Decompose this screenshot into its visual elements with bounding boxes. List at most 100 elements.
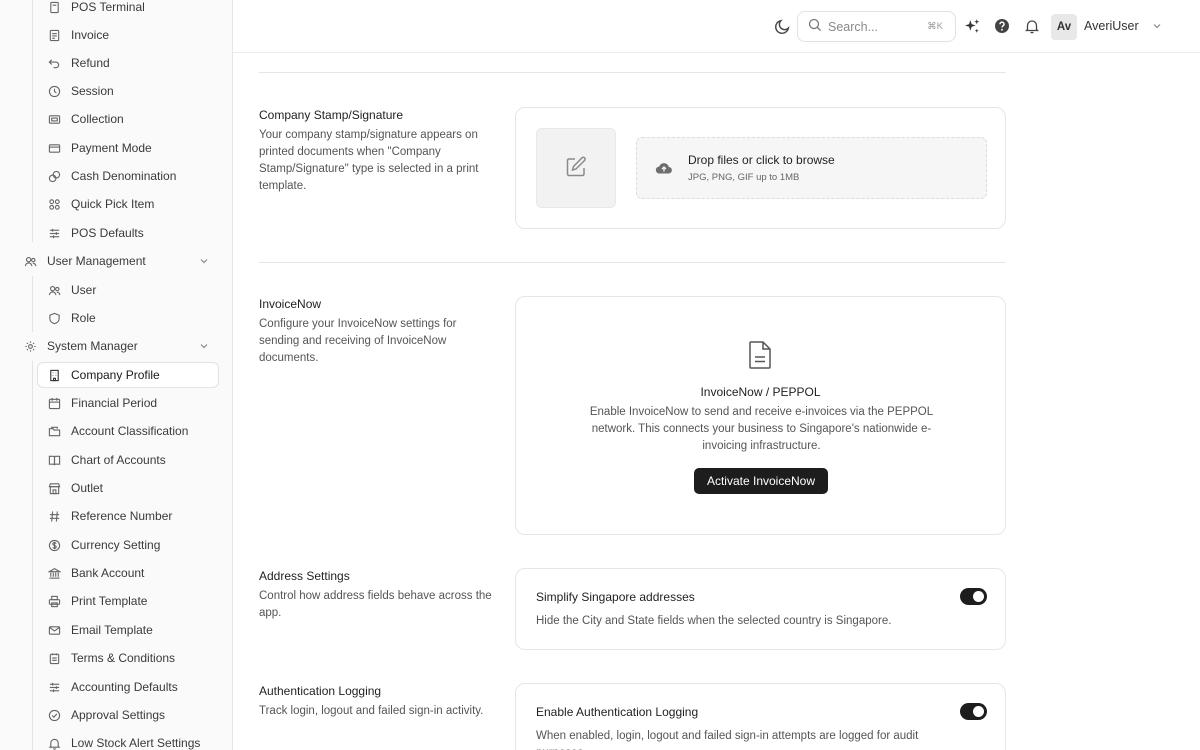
sidebar-item-quick-pick-item[interactable]: Quick Pick Item	[47, 192, 154, 216]
sidebar-item-cash-denomination[interactable]: Cash Denomination	[47, 164, 176, 188]
stamp-preview[interactable]	[536, 128, 616, 208]
sidebar-item-accounting-defaults[interactable]: Accounting Defaults	[47, 675, 178, 699]
sidebar-item-label: Collection	[71, 112, 124, 126]
section-description-auth-logging: Track login, logout and failed sign-in a…	[259, 705, 484, 717]
sidebar-item-label: Role	[71, 311, 96, 325]
users-icon	[23, 254, 37, 268]
section-divider	[259, 262, 1006, 263]
sidebar-item-reference-number[interactable]: Reference Number	[47, 504, 172, 528]
sparkles-icon[interactable]	[963, 17, 981, 35]
toggle-knob	[973, 591, 984, 602]
setting-description-simplify-addresses: Hide the City and State fields when the …	[536, 615, 892, 627]
auth-logging-card: Enable Authentication Logging When enabl…	[515, 683, 1006, 750]
search-input[interactable]	[828, 19, 918, 34]
sidebar-item-label: Print Template	[71, 594, 148, 608]
sidebar-item-refund[interactable]: Refund	[47, 51, 110, 75]
avatar[interactable]: Av	[1051, 14, 1077, 40]
moon-icon[interactable]	[773, 17, 791, 35]
sidebar-item-company-profile[interactable]: Company Profile	[37, 362, 219, 388]
sliders-icon	[47, 226, 61, 240]
sidebar-item-low-stock-alert-settings[interactable]: Low Stock Alert Settings	[47, 731, 200, 750]
bell-icon	[47, 736, 61, 750]
sidebar-item-role[interactable]: Role	[47, 306, 96, 330]
sidebar-item-label: Accounting Defaults	[71, 680, 178, 694]
setting-title-auth-logging: Enable Authentication Logging	[536, 705, 699, 719]
sidebar-item-bank-account[interactable]: Bank Account	[47, 561, 144, 585]
chevron-down-icon[interactable]	[1152, 20, 1162, 34]
invoicenow-card: InvoiceNow / PEPPOL Enable InvoiceNow to…	[515, 296, 1006, 535]
terminal-icon	[47, 0, 61, 14]
sidebar-item-label: Email Template	[71, 623, 153, 637]
sidebar-item-label: Invoice	[71, 28, 110, 42]
card-icon	[47, 141, 61, 155]
document-icon	[47, 651, 61, 665]
section-description-address: Control how address fields behave across…	[259, 590, 492, 619]
users-icon	[47, 283, 61, 297]
file-dropzone[interactable]: Drop files or click to browse JPG, PNG, …	[636, 137, 987, 199]
sidebar-item-label: Terms & Conditions	[71, 651, 176, 665]
simplify-addresses-toggle[interactable]	[960, 588, 987, 605]
printer-icon	[47, 594, 61, 608]
gear-icon	[23, 339, 37, 353]
sidebar-item-outlet[interactable]: Outlet	[47, 476, 103, 500]
sidebar-group-system-manager[interactable]: System Manager	[23, 334, 219, 358]
toggle-knob	[973, 706, 984, 717]
sidebar-item-payment-mode[interactable]: Payment Mode	[47, 136, 152, 160]
sidebar-item-user[interactable]: User	[47, 278, 96, 302]
book-icon	[47, 453, 61, 467]
nav-tree-line	[32, 0, 33, 242]
sidebar-item-label: Payment Mode	[71, 141, 152, 155]
sidebar-item-approval-settings[interactable]: Approval Settings	[47, 703, 165, 727]
clock-icon	[47, 84, 61, 98]
sidebar-item-label: Financial Period	[71, 396, 158, 410]
sidebar-item-collection[interactable]: Collection	[47, 107, 124, 131]
bank-icon	[47, 566, 61, 580]
sidebar-item-pos-terminal[interactable]: POS Terminal	[47, 0, 145, 19]
dropzone-hint: JPG, PNG, GIF up to 1MB	[688, 172, 800, 183]
sidebar-item-label: POS Terminal	[71, 0, 145, 14]
nav-tree-line	[32, 361, 33, 750]
bell-icon[interactable]	[1023, 17, 1041, 35]
grid-icon	[47, 197, 61, 211]
search-shortcut: ⌘K	[927, 21, 943, 32]
sidebar-item-label: Outlet	[71, 481, 104, 495]
section-title-auth-logging: Authentication Logging	[259, 684, 382, 698]
search-box[interactable]: ⌘K	[797, 11, 956, 42]
sidebar-group-user-management[interactable]: User Management	[23, 249, 219, 273]
section-title-stamp: Company Stamp/Signature	[259, 108, 404, 122]
sidebar-item-label: Reference Number	[71, 509, 173, 523]
sidebar-item-pos-defaults[interactable]: POS Defaults	[47, 221, 144, 245]
shield-icon	[47, 311, 61, 325]
sidebar-item-label: Quick Pick Item	[71, 197, 155, 211]
username[interactable]: AveriUser	[1084, 19, 1139, 33]
cloud-upload-icon	[655, 160, 673, 179]
sidebar-item-session[interactable]: Session	[47, 79, 114, 103]
sidebar-item-label: Account Classification	[71, 424, 189, 438]
stamp-card: Drop files or click to browse JPG, PNG, …	[515, 107, 1006, 229]
invoice-icon	[47, 28, 61, 42]
sidebar-item-email-template[interactable]: Email Template	[47, 618, 153, 642]
sidebar-item-chart-of-accounts[interactable]: Chart of Accounts	[47, 448, 166, 472]
sidebar-item-label: POS Defaults	[71, 226, 144, 240]
sidebar-item-financial-period[interactable]: Financial Period	[47, 391, 157, 415]
sidebar-item-print-template[interactable]: Print Template	[47, 589, 147, 613]
sidebar-item-invoice[interactable]: Invoice	[47, 23, 109, 47]
setting-description-auth-logging: When enabled, login, logout and failed s…	[536, 730, 919, 750]
auth-logging-toggle[interactable]	[960, 703, 987, 720]
sidebar-item-account-classification[interactable]: Account Classification	[47, 419, 188, 443]
sidebar-item-label: Refund	[71, 56, 110, 70]
sidebar-item-label: Company Profile	[71, 368, 160, 382]
section-title-invoicenow: InvoiceNow	[259, 297, 322, 311]
sidebar-item-label: Bank Account	[71, 566, 145, 580]
activate-invoicenow-button[interactable]: Activate InvoiceNow	[694, 468, 828, 494]
sidebar-item-label: Currency Setting	[71, 538, 161, 552]
address-settings-card: Simplify Singapore addresses Hide the Ci…	[515, 568, 1006, 650]
dropzone-title: Drop files or click to browse	[688, 153, 835, 167]
sidebar-item-currency-setting[interactable]: Currency Setting	[47, 533, 160, 557]
sidebar-item-label: Session	[71, 84, 114, 98]
sidebar-item-label: User	[71, 283, 97, 297]
sidebar-item-terms-conditions[interactable]: Terms & Conditions	[47, 646, 175, 670]
folder-icon	[47, 424, 61, 438]
refund-icon	[47, 56, 61, 70]
help-icon[interactable]	[993, 17, 1011, 35]
